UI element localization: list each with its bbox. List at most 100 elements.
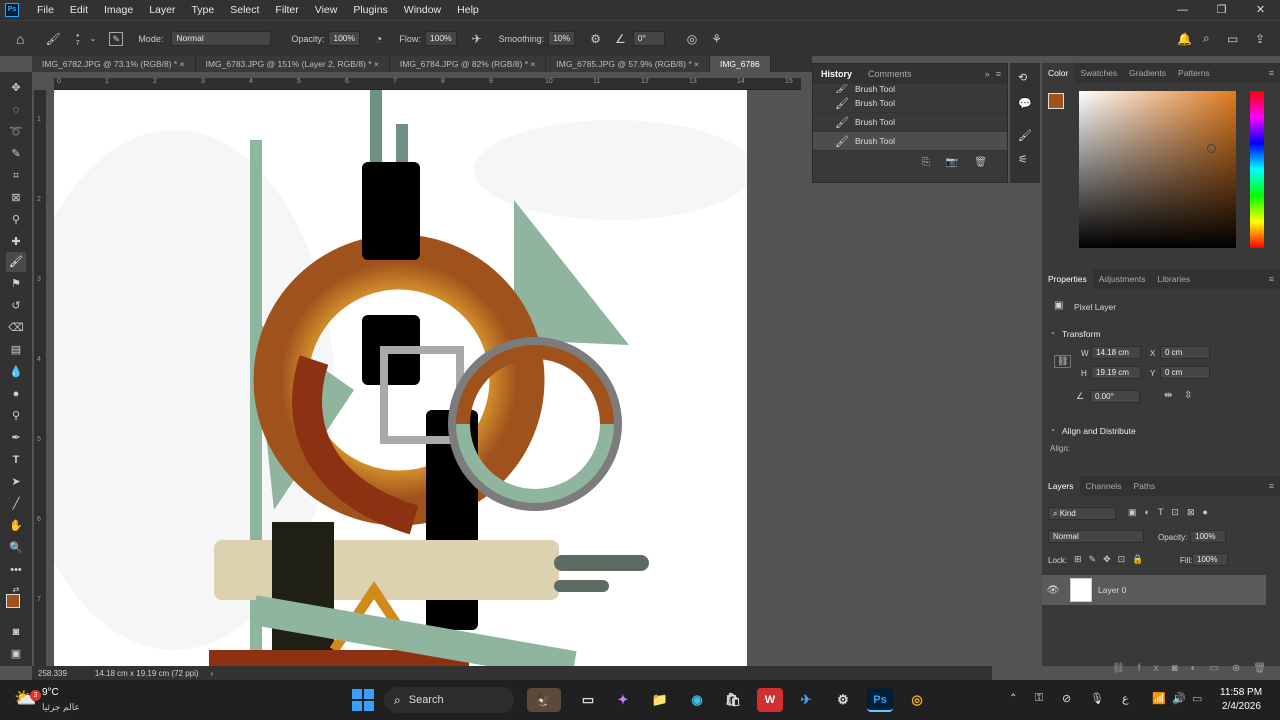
eyedropper-tool-icon[interactable]: ⚲ [6,210,26,230]
tab-img-6783[interactable]: IMG_6783.JPG @ 151% (Layer 2, RGB/8) * × [195,56,390,72]
camera-icon[interactable]: 📷 [946,157,958,168]
close-button[interactable]: ✕ [1241,0,1280,20]
layer-filter-icons[interactable]: ▣◐T⊡⊠● [1128,507,1216,518]
tab-comments[interactable]: Comments [860,64,920,84]
height-input[interactable]: 19.19 cm [1091,366,1141,379]
history-item[interactable]: 🖌 Brush Tool [813,94,1007,113]
brush-settings-icon[interactable]: ✎ [109,31,124,46]
close-icon[interactable]: × [374,59,379,69]
link-icon[interactable]: ⛓ [1054,355,1072,368]
history-item[interactable]: 🖌 Brush Tool [813,113,1007,132]
telegram-icon[interactable]: ✈ [793,688,819,712]
layer-filter-select[interactable]: ⌕ Kind [1048,507,1116,520]
app-icon[interactable]: ⚙ [830,688,856,712]
clock-time[interactable]: 11:58 PM [1220,687,1262,698]
volume-icon[interactable]: 🔊 [1172,692,1186,705]
width-input[interactable]: 14.18 cm [1091,346,1141,359]
collapse-icon[interactable]: » [985,69,990,79]
flip-vertical-icon[interactable]: ⇳ [1184,390,1192,401]
edge-icon[interactable]: ◉ [684,688,710,712]
panel-menu-icon[interactable]: ≡ [1269,274,1274,284]
pen-tool-icon[interactable]: ✒ [6,428,26,448]
zoom-tool-icon[interactable]: 🔍 [6,538,26,558]
menu-image[interactable]: Image [96,0,141,20]
layer-opacity-input[interactable]: 100% [1190,530,1226,543]
blend-mode-select[interactable]: Normal [1048,530,1144,543]
layer-name[interactable]: Layer 0 [1098,585,1126,595]
tray-app-icon[interactable]: ⚿ [1035,692,1043,705]
color-picker-cursor[interactable] [1207,144,1216,153]
tray-chevron-icon[interactable]: ⌃ [1009,693,1017,704]
tab-img-6784[interactable]: IMG_6784.JPG @ 82% (RGB/8) * × [389,56,547,72]
line-tool-icon[interactable]: ╱ [6,494,26,514]
foreground-color-swatch[interactable] [6,594,20,608]
chevron-down-icon[interactable]: ⌄ [1050,328,1056,336]
photoshop-taskbar-icon[interactable]: Ps [867,688,893,712]
airbrush-icon[interactable]: ✈ [472,32,482,46]
lock-icons[interactable]: ⊞✎✥⊡🔒 [1074,554,1150,565]
search-highlight-icon[interactable]: 🦅 [527,688,561,712]
tray-network-icon[interactable]: ⊘ [1062,692,1071,705]
healing-tool-icon[interactable]: ✚ [6,232,26,252]
battery-icon[interactable]: ▭ [1192,692,1202,705]
menu-help[interactable]: Help [449,0,487,20]
clock-date[interactable]: 2/4/2026 [1222,701,1261,712]
workspace-icon[interactable]: ▭ [1227,32,1238,46]
tab-channels[interactable]: Channels [1080,476,1128,496]
menu-filter[interactable]: Filter [267,0,306,20]
tab-img-6786[interactable]: IMG_6786 [709,56,771,72]
menu-view[interactable]: View [307,0,346,20]
new-document-from-state-icon[interactable]: ⎘ [922,157,930,168]
quick-select-tool-icon[interactable]: ✎ [6,144,26,164]
brush-panel-icon[interactable]: 🖌 [1018,129,1032,142]
chrome-icon[interactable]: ◎ [904,688,930,712]
language-indicator[interactable]: ع [1122,692,1129,705]
chevron-down-icon[interactable]: ⌄ [90,34,97,43]
menu-select[interactable]: Select [222,0,267,20]
history-brush-icon[interactable]: ↺ [6,296,26,316]
zoom-small-icon[interactable]: ⚲ [6,406,26,426]
hue-slider[interactable] [1250,91,1264,248]
foreground-color-chip[interactable] [1048,93,1064,109]
eraser-tool-icon[interactable]: ⌫ [6,318,26,338]
blur-tool-icon[interactable]: 💧 [6,362,26,382]
search-icon[interactable]: ⌕ [1203,31,1210,46]
flip-horizontal-icon[interactable]: ⇹ [1164,390,1172,401]
tab-paths[interactable]: Paths [1127,476,1161,496]
menu-plugins[interactable]: Plugins [345,0,395,20]
tab-adjustments[interactable]: Adjustments [1093,269,1152,289]
tab-history[interactable]: History [813,64,860,84]
chevron-down-icon[interactable]: ⌄ [1050,425,1056,433]
fill-input[interactable]: 100% [1192,553,1228,566]
wifi-icon[interactable]: 📶 [1152,692,1166,705]
bell-icon[interactable]: 🔔 [1177,32,1192,46]
share-icon[interactable]: ⇪ [1255,32,1265,46]
tab-patterns[interactable]: Patterns [1172,63,1216,83]
crop-tool-icon[interactable]: ⌗ [6,166,26,186]
document-canvas[interactable] [54,90,747,666]
brush-settings-panel-icon[interactable]: ⚟ [1018,153,1028,166]
marquee-tool-icon[interactable]: ◌ [6,100,26,120]
move-tool-icon[interactable]: ✥ [6,78,26,98]
taskbar-search[interactable]: ⌕ Search [384,687,514,713]
history-item[interactable]: 🖌 Brush Tool [813,84,1007,94]
copilot-icon[interactable]: ✦ [610,688,636,712]
stamp-tool-icon[interactable]: ⚑ [6,274,26,294]
pressure-opacity-icon[interactable]: ◔ [375,32,382,46]
mode-select[interactable]: Normal [171,31,272,46]
brush-preset-icon[interactable]: 🖌 [45,32,60,46]
restore-button[interactable]: ❐ [1202,0,1241,20]
history-panel-icon[interactable]: ⟲ [1018,71,1027,84]
task-view-icon[interactable]: ▭ [575,688,601,712]
lasso-tool-icon[interactable]: ➰ [6,122,26,142]
menu-layer[interactable]: Layer [141,0,183,20]
hand-tool-icon[interactable]: ✋ [6,516,26,536]
menu-edit[interactable]: Edit [62,0,96,20]
tab-img-6782[interactable]: IMG_6782.JPG @ 73.1% (RGB/8) * × [32,56,196,72]
gear-icon[interactable]: ⚙ [590,32,601,46]
brush-preset-picker[interactable]: • 7 [76,31,80,47]
wps-icon[interactable]: W [757,688,783,712]
layer-actions[interactable]: ⛓fx◙◐▭⊕🗑 [1112,663,1279,674]
flow-input[interactable]: 100% [424,31,457,46]
quick-mask-icon[interactable]: ◙ [6,622,26,642]
